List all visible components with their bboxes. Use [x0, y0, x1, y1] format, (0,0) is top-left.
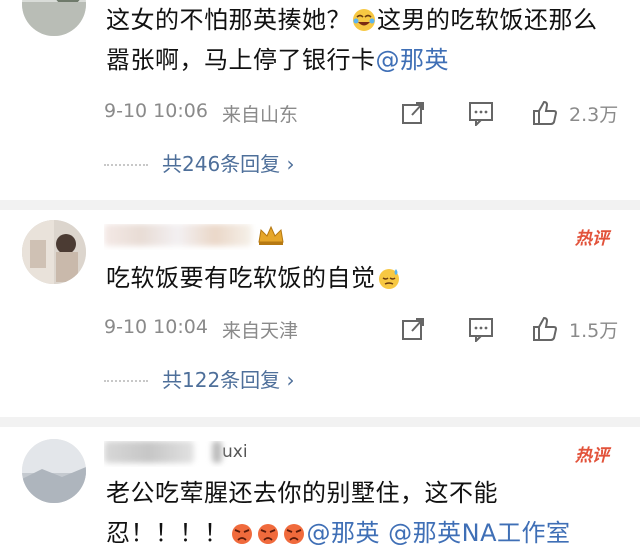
- comment-text: 老公吃荤腥还去你的别墅住，这不能忍！！！！ @那英 @那英NA工作室: [106, 479, 571, 547]
- username-blurred: [212, 441, 222, 463]
- like-count: 1.5万: [569, 320, 619, 342]
- comment-text: 这女的不怕那英揍她？ 这男的吃软饭还那么嚣张啊，马上停了银行卡@那英: [106, 6, 598, 74]
- comment-meta: 9-10 10:06 来自山东 2.3万: [104, 100, 624, 128]
- crown-icon: [258, 225, 284, 245]
- avatar-image: [22, 439, 86, 503]
- comment-source: 来自天津: [222, 320, 299, 342]
- avatar[interactable]: [22, 220, 86, 284]
- comment-source: 来自山东: [222, 104, 299, 126]
- reply-count-label: 共246条回复 ›: [162, 152, 295, 176]
- reply-dots: [104, 380, 148, 382]
- comment-meta: 9-10 10:04 来自天津 1.5万: [104, 316, 624, 344]
- share-icon[interactable]: [400, 100, 426, 126]
- angry-face-emoji-icon: [257, 524, 278, 544]
- hot-comment-badge: 热评: [574, 446, 612, 466]
- mention-link[interactable]: @那英: [376, 46, 450, 74]
- svg-text:热评: 热评: [574, 229, 612, 249]
- avatar[interactable]: [22, 439, 86, 503]
- share-icon[interactable]: [400, 316, 426, 342]
- comment-time: 9-10 10:04: [104, 316, 208, 338]
- avatar-image: [22, 220, 86, 284]
- hot-comment-badge: 热评: [574, 229, 612, 249]
- username-blurred: [104, 224, 252, 246]
- like-icon[interactable]: [532, 316, 558, 342]
- avatar[interactable]: [22, 0, 86, 36]
- username-blurred: [104, 441, 194, 463]
- comment-divider: [0, 200, 640, 210]
- username[interactable]: [104, 224, 286, 250]
- comment-text: 吃软饭要有吃软饭的自觉: [106, 258, 616, 298]
- laughing-crying-emoji-icon: [353, 9, 375, 31]
- svg-text:热评: 热评: [574, 446, 612, 466]
- reply-count-label: 共122条回复 ›: [162, 368, 295, 392]
- angry-face-emoji-icon: [231, 524, 252, 544]
- comment-divider: [0, 417, 640, 427]
- avatar-image: [22, 0, 86, 36]
- sweat-emoji-icon: [378, 269, 399, 289]
- comment-icon[interactable]: [468, 316, 494, 342]
- comment-time: 9-10 10:06: [104, 100, 208, 122]
- mention-link[interactable]: @那英: [307, 519, 381, 547]
- like-count: 2.3万: [569, 104, 619, 126]
- username-suffix: uxi: [222, 442, 248, 462]
- comment-icon[interactable]: [468, 100, 494, 126]
- mention-link[interactable]: @那英NA工作室: [388, 519, 570, 547]
- username[interactable]: uxi: [104, 441, 248, 467]
- angry-face-emoji-icon: [283, 524, 304, 544]
- reply-dots: [104, 164, 148, 166]
- like-icon[interactable]: [532, 100, 558, 126]
